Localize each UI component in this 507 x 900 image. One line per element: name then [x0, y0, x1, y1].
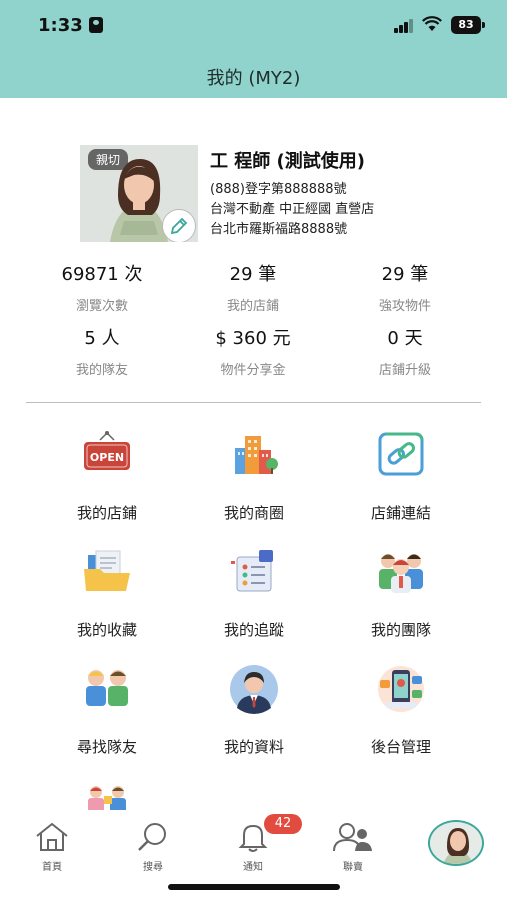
open-sign-icon: OPEN [84, 431, 130, 470]
header-bar: 1:33 83 我的 (MY2) [0, 0, 507, 98]
buildings-icon [235, 436, 278, 474]
status-time-text: 1:33 [38, 15, 83, 36]
menu-label: 後台管理 [370, 738, 431, 756]
stat-value: 0 天 [387, 328, 423, 349]
stat-value: 29 筆 [229, 264, 277, 285]
menu-label: 我的商圈 [223, 504, 284, 522]
profile-license: (888)登字第888888號 [210, 182, 347, 197]
stat-label: 物件分享金 [220, 363, 286, 378]
battery-level: 83 [458, 18, 474, 31]
tracking-board-icon [231, 550, 273, 592]
edit-profile-button[interactable] [162, 209, 196, 242]
link-icon [378, 432, 424, 476]
nav-label: 首頁 [42, 862, 62, 873]
stat-label: 我的隊友 [75, 363, 128, 378]
pencil-icon [170, 217, 188, 235]
partially-visible-icon [88, 786, 126, 810]
stat-value: 5 人 [84, 328, 120, 349]
stat-share-bonus[interactable]: $ 360 元 物件分享金 [178, 324, 328, 378]
menu-my-shop[interactable]: OPEN 我的店鋪 [37, 430, 177, 530]
menu-label: 店鋪連結 [370, 504, 431, 522]
profile-name: 工 程師 (測試使用) [210, 151, 365, 172]
nav-co-sell[interactable]: 聯賣 [318, 822, 388, 873]
nav-label: 搜尋 [143, 862, 163, 873]
stat-value: 69871 次 [61, 264, 143, 285]
profile-photo[interactable]: 親切 [80, 145, 198, 242]
menu-find-teammates[interactable]: 尋找隊友 [37, 664, 177, 764]
stat-value: 29 筆 [381, 264, 429, 285]
menu-label: 我的資料 [223, 738, 284, 756]
status-bar: 1:33 83 [0, 0, 507, 54]
menu-admin[interactable]: 後台管理 [331, 664, 471, 764]
menu-more[interactable] [37, 782, 177, 810]
stat-my-shop[interactable]: 29 筆 我的店鋪 [178, 260, 328, 314]
stat-views[interactable]: 69871 次 瀏覽次數 [27, 260, 177, 314]
nav-home[interactable]: 首頁 [17, 822, 87, 873]
battery-icon: 83 [451, 16, 485, 34]
stat-label: 我的店鋪 [226, 299, 279, 314]
photo-tag: 親切 [88, 149, 129, 170]
stat-label: 強攻物件 [378, 299, 431, 314]
menu-my-district[interactable]: 我的商圈 [184, 430, 324, 530]
people-icon [333, 823, 372, 852]
stat-value: $ 360 元 [215, 328, 291, 349]
menu-label: 我的收藏 [76, 621, 137, 639]
home-indicator [168, 884, 340, 890]
signal-icon [394, 19, 414, 33]
menu-label: 我的團隊 [370, 621, 431, 639]
folder-icon [84, 550, 130, 591]
stat-featured-listings[interactable]: 29 筆 強攻物件 [330, 260, 480, 314]
menu-shop-link[interactable]: 店鋪連結 [331, 430, 471, 530]
stat-label: 店鋪升級 [378, 363, 431, 378]
notification-count-badge: 42 [264, 814, 302, 834]
menu-my-profile[interactable]: 我的資料 [184, 664, 324, 764]
profile-company: 台灣不動產 中正經國 直營店 [210, 202, 375, 217]
search-icon [138, 823, 166, 851]
page-title: 我的 (MY2) [206, 68, 301, 89]
menu-tracking[interactable]: 我的追蹤 [184, 547, 324, 647]
status-time: 1:33 [38, 15, 103, 36]
nav-label: 聯賣 [343, 862, 363, 873]
divider [26, 402, 481, 403]
find-teammates-icon [86, 670, 128, 706]
avatar[interactable] [428, 820, 484, 866]
svg-text:OPEN: OPEN [90, 451, 124, 464]
stat-shop-upgrade[interactable]: 0 天 店鋪升級 [330, 324, 480, 378]
contact-card-icon [88, 17, 103, 33]
nav-label: 通知 [243, 862, 263, 873]
profile-icon [230, 665, 278, 714]
profile-address: 台北市羅斯福路8888號 [210, 222, 348, 237]
menu-favorites[interactable]: 我的收藏 [37, 547, 177, 647]
team-icon [379, 554, 423, 593]
stat-teammates[interactable]: 5 人 我的隊友 [27, 324, 177, 378]
admin-icon [378, 666, 424, 712]
menu-label: 尋找隊友 [76, 738, 137, 756]
wifi-icon [422, 16, 442, 37]
menu-label: 我的店鋪 [76, 504, 137, 522]
home-icon [36, 822, 68, 851]
profile-card: 親切 工 程師 (測試使用) (888)登字第888888號 台灣不動產 中正經… [80, 145, 440, 245]
menu-label: 我的追蹤 [223, 621, 284, 639]
stat-label: 瀏覽次數 [75, 299, 128, 314]
nav-search[interactable]: 搜尋 [118, 822, 188, 873]
menu-my-team[interactable]: 我的團隊 [331, 547, 471, 647]
